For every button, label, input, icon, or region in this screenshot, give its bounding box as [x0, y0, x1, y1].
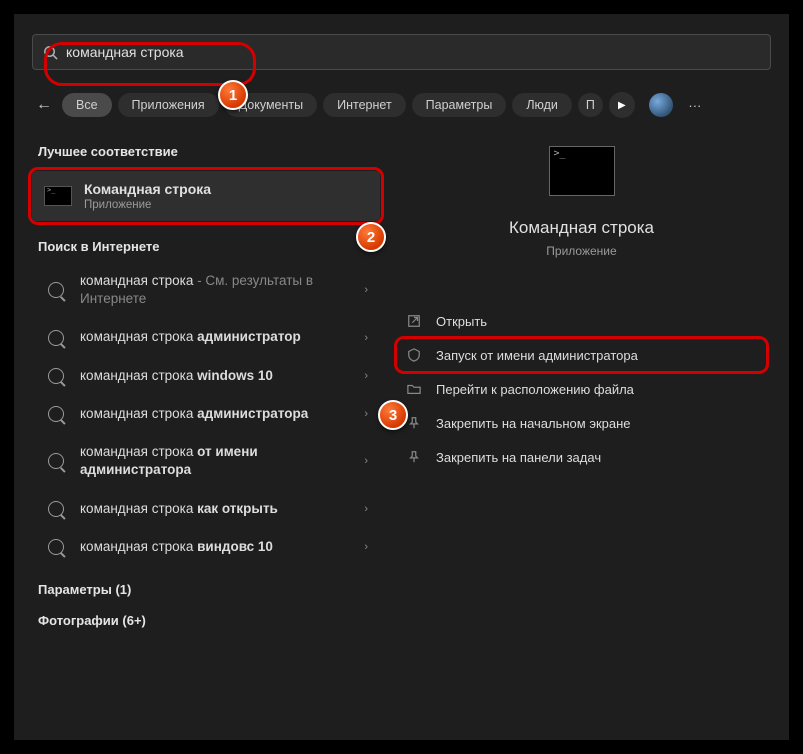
- action-label: Перейти к расположению файла: [436, 382, 634, 397]
- chevron-right-icon: ›: [364, 503, 368, 515]
- search-window: ← Все Приложения Документы Интернет Пара…: [14, 14, 789, 740]
- suggestion-text: командная строка - См. результаты в Инте…: [80, 272, 360, 308]
- category-photos[interactable]: Фотографии (6+): [38, 613, 380, 628]
- suggestion-text: командная строка администратор: [80, 328, 360, 346]
- search-icon: [48, 282, 64, 298]
- search-icon: [48, 501, 64, 517]
- web-suggestions: командная строка - См. результаты в Инте…: [32, 262, 380, 566]
- pin-icon: [406, 415, 422, 431]
- category-settings[interactable]: Параметры (1): [38, 582, 380, 597]
- action-pin[interactable]: Закрепить на начальном экране: [392, 406, 771, 440]
- filter-tab-docs[interactable]: Документы: [225, 93, 317, 117]
- action-label: Запуск от имени администратора: [436, 348, 638, 363]
- search-input[interactable]: [66, 44, 760, 60]
- web-suggestion[interactable]: командная строка - См. результаты в Инте…: [32, 262, 380, 318]
- best-match-heading: Лучшее соответствие: [38, 144, 380, 159]
- results-column: Лучшее соответствие Командная строка При…: [32, 138, 380, 628]
- web-suggestion[interactable]: командная строка windows 10 ›: [32, 357, 380, 395]
- filter-tab-all[interactable]: Все: [62, 93, 112, 117]
- action-pin[interactable]: Закрепить на панели задач: [392, 440, 771, 474]
- chevron-right-icon: ›: [364, 455, 368, 467]
- filter-tab-apps[interactable]: Приложения: [118, 93, 219, 117]
- user-avatar[interactable]: [649, 93, 673, 117]
- search-icon: [48, 330, 64, 346]
- action-open[interactable]: Открыть: [392, 304, 771, 338]
- filter-tab-web[interactable]: Интернет: [323, 93, 406, 117]
- action-folder[interactable]: Перейти к расположению файла: [392, 372, 771, 406]
- search-icon: [48, 453, 64, 469]
- chevron-right-icon: ›: [364, 370, 368, 382]
- best-match-item[interactable]: Командная строка Приложение: [32, 171, 380, 221]
- chevron-right-icon: ›: [364, 541, 368, 553]
- back-arrow-icon[interactable]: ←: [32, 96, 56, 114]
- search-icon: [48, 368, 64, 384]
- suggestion-text: командная строка от имени администратора: [80, 443, 360, 479]
- action-label: Закрепить на панели задач: [436, 450, 601, 465]
- preview-title: Командная строка: [392, 218, 771, 238]
- preview-subtitle: Приложение: [392, 244, 771, 258]
- suggestion-text: командная строка как открыть: [80, 500, 360, 518]
- action-label: Закрепить на начальном экране: [436, 416, 631, 431]
- action-admin[interactable]: Запуск от имени администратора: [392, 338, 771, 372]
- web-suggestion[interactable]: командная строка администратор ›: [32, 318, 380, 356]
- action-label: Открыть: [436, 314, 487, 329]
- action-list: Открыть Запуск от имени администратора Пер…: [392, 304, 771, 474]
- best-match-title: Командная строка: [84, 181, 211, 197]
- chevron-right-icon: ›: [364, 284, 368, 296]
- search-bar[interactable]: [32, 34, 771, 70]
- chevron-right-icon: ›: [364, 332, 368, 344]
- web-suggestion[interactable]: командная строка от имени администратора…: [32, 433, 380, 489]
- preview-panel: Командная строка Приложение Открыть Запус…: [392, 138, 771, 628]
- suggestion-text: командная строка администратора: [80, 405, 360, 423]
- pin-icon: [406, 449, 422, 465]
- web-suggestion[interactable]: командная строка виндовс 10 ›: [32, 528, 380, 566]
- filter-row: ← Все Приложения Документы Интернет Пара…: [32, 92, 771, 118]
- filter-tab-more[interactable]: П: [578, 93, 603, 117]
- suggestion-text: командная строка windows 10: [80, 367, 360, 385]
- play-icon[interactable]: ▶: [609, 92, 635, 118]
- cmd-icon: [44, 186, 72, 206]
- search-icon: [48, 539, 64, 555]
- suggestion-text: командная строка виндовс 10: [80, 538, 360, 556]
- web-suggestion[interactable]: командная строка как открыть ›: [32, 490, 380, 528]
- search-icon: [48, 406, 64, 422]
- search-icon: [43, 45, 58, 60]
- admin-icon: [406, 347, 422, 363]
- open-icon: [406, 313, 422, 329]
- web-heading: Поиск в Интернете: [38, 239, 380, 254]
- more-icon[interactable]: ···: [683, 98, 707, 113]
- folder-icon: [406, 381, 422, 397]
- best-match-subtitle: Приложение: [84, 199, 211, 211]
- filter-tab-people[interactable]: Люди: [512, 93, 572, 117]
- filter-tab-settings[interactable]: Параметры: [412, 93, 507, 117]
- chevron-right-icon: ›: [364, 408, 368, 420]
- cmd-large-icon: [549, 146, 615, 196]
- web-suggestion[interactable]: командная строка администратора ›: [32, 395, 380, 433]
